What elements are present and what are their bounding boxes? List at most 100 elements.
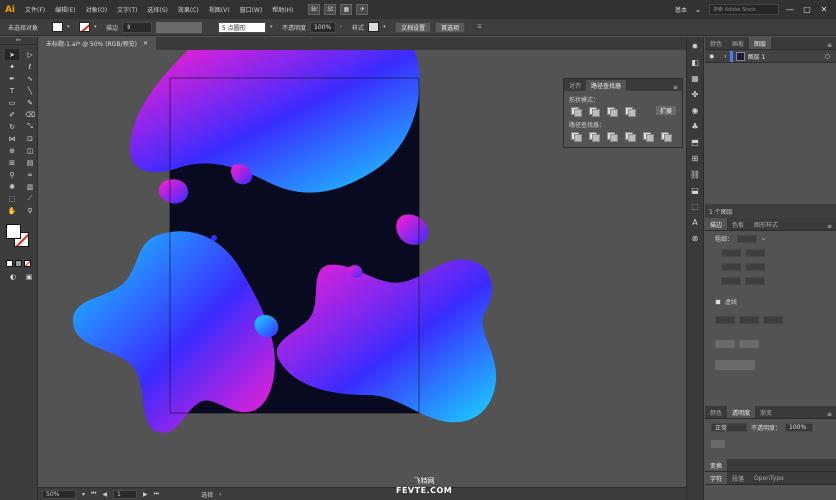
screen-mode-icon[interactable]: ▣ (22, 271, 36, 282)
column-graph-tool-icon[interactable]: ▥ (23, 181, 37, 192)
trim-icon[interactable] (588, 131, 600, 142)
draw-normal-icon[interactable]: ◐ (6, 271, 20, 282)
close-tab-icon[interactable]: ✕ (143, 40, 148, 47)
dash-field[interactable] (715, 316, 735, 324)
blend-tool-icon[interactable]: ∞ (23, 169, 37, 180)
menu-help[interactable]: 帮助(H) (267, 5, 298, 14)
tab-transparency[interactable]: 透明度 (727, 406, 756, 418)
perspective-tool-icon[interactable]: ◫ (23, 145, 37, 156)
menu-type[interactable]: 文字(T) (112, 5, 142, 14)
bridge-icon[interactable]: Br (308, 4, 321, 15)
arrange-documents-icon[interactable]: ▦ (340, 4, 353, 15)
align-icon[interactable]: ☰ (477, 24, 485, 30)
magic-wand-tool-icon[interactable]: ✦ (5, 61, 19, 72)
navigator-icon[interactable]: ⊗ (687, 232, 703, 245)
shape-builder-tool-icon[interactable]: ⊕ (5, 145, 19, 156)
chevron-down-icon[interactable]: ▾ (67, 24, 75, 30)
corner-field[interactable] (745, 263, 765, 271)
next-artboard-icon[interactable]: ▶ (143, 491, 148, 498)
menu-edit[interactable]: 编辑(E) (50, 5, 80, 14)
links-icon[interactable]: ⛓ (687, 168, 703, 181)
minus-front-icon[interactable] (588, 106, 600, 117)
eyedropper-tool-icon[interactable]: ⚲ (5, 169, 19, 180)
zoom-tool-icon[interactable]: ⚲ (23, 205, 37, 216)
stroke-weight-input[interactable] (737, 234, 758, 243)
mesh-tool-icon[interactable]: ⊞ (5, 157, 19, 168)
corner-field[interactable] (721, 263, 741, 271)
curvature-tool-icon[interactable]: ∿ (23, 73, 37, 84)
fill-swatch[interactable] (6, 224, 21, 239)
chevron-down-icon[interactable]: ▾ (270, 24, 278, 30)
gap-field[interactable] (739, 316, 759, 324)
symbol-sprayer-tool-icon[interactable]: ✺ (5, 181, 19, 192)
appearance-icon[interactable]: ◉ (687, 104, 703, 117)
menu-effect[interactable]: 效果(C) (173, 5, 204, 14)
stock-icon[interactable]: St (324, 4, 337, 15)
brush-definition-dropdown[interactable]: 5 点圆形 (218, 21, 267, 33)
chevron-down-icon[interactable]: ⌄ (761, 235, 766, 242)
last-artboard-icon[interactable]: ⏭ (154, 490, 159, 498)
outline-icon[interactable] (642, 131, 654, 142)
menu-object[interactable]: 对象(O) (81, 5, 112, 14)
tab-gradient[interactable]: 渐变 (755, 406, 777, 418)
workspace-dropdown-icon[interactable]: ⌄ (692, 5, 704, 14)
tab-layers[interactable]: 图层 (749, 37, 772, 49)
layer-row[interactable]: ◉ › 图层 1 ○ (705, 50, 836, 63)
tab-color-2[interactable]: 颜色 (705, 406, 727, 418)
document-setup-button[interactable]: 文档设置 (395, 21, 432, 33)
tab-align[interactable]: 对齐 (564, 80, 586, 91)
status-mode[interactable]: 选择 (201, 490, 213, 499)
graphic-style-swatch[interactable] (368, 22, 380, 32)
first-artboard-icon[interactable]: ⏮ (91, 490, 96, 498)
chevron-down-icon[interactable]: ▾ (383, 24, 391, 30)
tab-opentype[interactable]: OpenType (749, 472, 789, 484)
menu-file[interactable]: 文件(F) (20, 5, 50, 14)
chevron-right-icon[interactable]: › (219, 491, 221, 498)
artboard-tool-icon[interactable]: ⬚ (5, 193, 19, 204)
width-profile[interactable] (715, 360, 755, 370)
minimize-button[interactable]: — (784, 5, 796, 14)
brushes-icon[interactable]: ✤ (687, 88, 703, 101)
chevron-right-icon[interactable]: › (340, 24, 348, 30)
chevron-down-icon[interactable]: ▾ (82, 491, 85, 498)
type-tool-icon[interactable]: T (5, 85, 19, 96)
prev-artboard-icon[interactable]: ◀ (102, 491, 107, 498)
shaper-tool-icon[interactable]: ✐ (5, 109, 19, 120)
expand-arrow-icon[interactable]: › (724, 53, 726, 60)
tab-artboards[interactable]: 画板 (727, 37, 749, 49)
intersect-icon[interactable] (606, 106, 618, 117)
variable-width-profile[interactable] (156, 21, 203, 33)
panel-menu-icon[interactable]: ≡ (827, 223, 836, 230)
tab-color[interactable]: 颜色 (705, 37, 727, 49)
panel-menu-icon[interactable]: ≡ (673, 84, 682, 91)
visibility-eye-icon[interactable]: ◉ (709, 53, 714, 60)
type-icon[interactable]: A (687, 216, 703, 229)
dash-field[interactable] (763, 316, 783, 324)
graphic-styles-icon[interactable]: ⬓ (687, 184, 703, 197)
panel-menu-icon[interactable]: ≡ (827, 411, 836, 418)
line-tool-icon[interactable]: ╲ (23, 85, 37, 96)
cap-field[interactable] (721, 249, 741, 257)
selection-tool-icon[interactable]: ➤ (5, 49, 19, 60)
menu-select[interactable]: 选择(S) (142, 5, 173, 14)
tab-paragraph[interactable]: 段落 (727, 472, 749, 484)
artboard-number-field[interactable]: 1 (113, 489, 138, 499)
arrowhead-end[interactable] (739, 340, 759, 348)
layer-name[interactable]: 图层 1 (748, 52, 766, 61)
tab-swatches[interactable]: 色板 (727, 218, 749, 230)
properties-icon[interactable]: ▦ (687, 72, 703, 85)
hand-tool-icon[interactable]: ✋ (5, 205, 19, 216)
cap-field[interactable] (745, 249, 765, 257)
stock-search-input[interactable]: 搜索 Adobe Stock (709, 4, 779, 15)
arrowhead-start[interactable] (715, 340, 735, 348)
opacity-input[interactable]: 100% (785, 423, 814, 432)
expand-button[interactable]: 扩展 (655, 106, 676, 115)
opacity-field[interactable]: 100% (310, 21, 337, 33)
tab-graphic-styles[interactable]: 图形样式 (749, 218, 783, 230)
target-circle-icon[interactable]: ○ (825, 53, 836, 60)
merge-icon[interactable] (606, 131, 618, 142)
color-mode-button[interactable] (6, 260, 13, 267)
maximize-button[interactable]: □ (801, 5, 813, 14)
gpu-icon[interactable]: ✈ (356, 4, 369, 15)
menu-window[interactable]: 窗口(W) (235, 5, 268, 14)
